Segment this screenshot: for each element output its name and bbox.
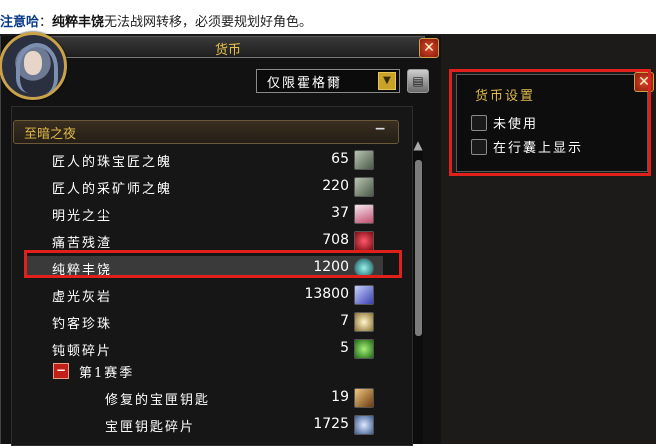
currency-name: 匠人的采矿师之魄 <box>52 182 173 197</box>
season-collapse-icon[interactable]: − <box>53 363 69 379</box>
currency-count: 13800 <box>304 286 349 302</box>
currency-row[interactable]: 明光之尘 37 <box>25 202 383 224</box>
note-label: 注意哈 <box>0 15 40 30</box>
currency-count: 7 <box>340 313 349 329</box>
currency-row[interactable]: 修复的宝匣钥匙 19 <box>25 386 383 408</box>
void-ash-icon <box>354 285 374 305</box>
window-close-button[interactable]: ✕ <box>419 38 439 58</box>
jewelcrafting-spirit-icon <box>354 150 374 170</box>
currency-name: 修复的宝匣钥匙 <box>105 393 211 408</box>
angler-pearl-icon <box>354 312 374 332</box>
currency-row[interactable]: 钓客珍珠 7 <box>25 310 383 332</box>
options-button[interactable]: ▤ <box>407 69 429 93</box>
filter-dropdown[interactable]: 仅限霍格爾 ▼ <box>256 69 400 93</box>
currency-count: 220 <box>322 178 349 194</box>
currency-row[interactable]: 匠人的采矿师之魄 220 <box>25 175 383 197</box>
currency-count: 5 <box>340 340 349 356</box>
note-line: 注意哈：纯粹丰饶无法战网转移，必须要规划好角色。 <box>0 11 312 30</box>
currency-name: 钝顿碎片 <box>52 344 113 359</box>
currency-count: 1725 <box>313 416 349 432</box>
currency-count: 65 <box>331 151 349 167</box>
radiant-dust-icon <box>354 204 374 224</box>
category-header[interactable]: 至暗之夜 − <box>13 120 399 144</box>
currency-count: 708 <box>322 232 349 248</box>
highlight-box <box>24 250 402 278</box>
currency-row[interactable]: 虚光灰岩 13800 <box>25 283 383 305</box>
key-shard-icon <box>354 415 374 435</box>
note-text: 无法战网转移，必须要规划好角色。 <box>104 15 313 30</box>
portrait-face <box>24 51 42 75</box>
note-subject: 纯粹丰饶 <box>52 15 105 30</box>
currency-name: 匠人的珠宝匠之魄 <box>52 155 173 170</box>
currency-name: 明光之尘 <box>52 209 113 224</box>
currency-row[interactable]: 钝顿碎片 5 <box>25 337 383 359</box>
currency-name: 宝匣钥匙碎片 <box>105 420 196 435</box>
currency-name: 痛苦残渣 <box>52 236 113 251</box>
currency-row[interactable]: 匠人的珠宝匠之魄 65 <box>25 148 383 170</box>
restored-key-icon <box>354 388 374 408</box>
chevron-down-icon[interactable]: ▼ <box>378 72 396 90</box>
filter-dropdown-value: 仅限霍格爾 <box>267 76 343 91</box>
highlight-box <box>449 69 651 176</box>
currency-row[interactable]: 痛苦残渣 708 <box>25 229 383 251</box>
currency-name: 虚光灰岩 <box>52 290 113 305</box>
mining-spirit-icon <box>354 177 374 197</box>
season-label: 第1赛季 <box>79 366 135 381</box>
blunt-shard-icon <box>354 339 374 359</box>
window-title: 货币 <box>214 43 241 58</box>
category-label: 至暗之夜 <box>24 127 77 142</box>
currency-row[interactable]: 宝匣钥匙碎片 1725 <box>25 413 383 435</box>
anguish-residue-icon <box>354 231 374 251</box>
note-colon: ： <box>39 15 53 30</box>
currency-count: 19 <box>331 389 349 405</box>
currency-count: 37 <box>331 205 349 221</box>
currency-name: 钓客珍珠 <box>52 317 113 332</box>
window-titlebar[interactable]: 货币 <box>31 36 425 58</box>
scrollbar-thumb[interactable] <box>415 160 422 336</box>
collapse-icon[interactable]: − <box>374 121 386 137</box>
currency-window: 货币 ✕ 仅限霍格爾 ▼ ▤ 至暗之夜 − 匠人的珠宝匠之魄 65 匠人的采矿师… <box>0 32 441 446</box>
character-portrait <box>0 32 67 100</box>
scroll-up-icon[interactable]: ▲ <box>411 139 425 152</box>
